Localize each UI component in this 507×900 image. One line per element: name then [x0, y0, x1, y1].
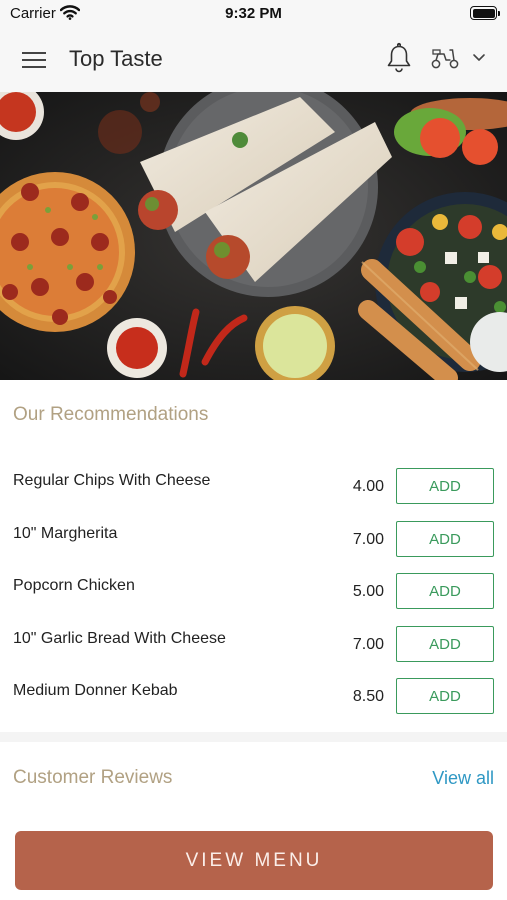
list-item: Popcorn Chicken 5.00 ADD: [0, 573, 507, 613]
status-time: 9:32 PM: [225, 5, 282, 22]
list-item: 10" Margherita 7.00 ADD: [0, 521, 507, 561]
bell-icon[interactable]: [385, 42, 413, 74]
item-price: 5.00: [352, 583, 384, 600]
scooter-icon[interactable]: [430, 46, 460, 70]
menu-icon[interactable]: [22, 49, 48, 69]
item-name: Medium Donner Kebab: [13, 682, 178, 699]
item-name: 10" Garlic Bread With Cheese: [13, 630, 226, 647]
item-name: Regular Chips With Cheese: [13, 472, 211, 489]
page-title: Top Taste: [69, 46, 163, 71]
status-bar: Carrier 9:32 PM: [0, 0, 507, 28]
recommendations-title: Our Recommendations: [13, 404, 209, 425]
list-item: Medium Donner Kebab 8.50 ADD: [0, 678, 507, 718]
app-header: Top Taste: [0, 28, 507, 92]
section-divider: [0, 732, 507, 742]
item-price: 8.50: [352, 688, 384, 705]
add-button[interactable]: ADD: [396, 626, 494, 662]
hero-food-image: [0, 92, 507, 380]
item-name: 10" Margherita: [13, 525, 118, 542]
add-button[interactable]: ADD: [396, 678, 494, 714]
add-button[interactable]: ADD: [396, 468, 494, 504]
list-item: 10" Garlic Bread With Cheese 7.00 ADD: [0, 626, 507, 666]
list-item: Regular Chips With Cheese 4.00 ADD: [0, 468, 507, 508]
view-menu-button[interactable]: VIEW MENU: [15, 831, 493, 890]
battery-icon: [470, 6, 500, 20]
item-price: 7.00: [352, 531, 384, 548]
item-price: 7.00: [352, 636, 384, 653]
item-price: 4.00: [352, 478, 384, 495]
item-name: Popcorn Chicken: [13, 577, 135, 594]
add-button[interactable]: ADD: [396, 521, 494, 557]
add-button[interactable]: ADD: [396, 573, 494, 609]
view-all-link[interactable]: View all: [432, 768, 494, 789]
reviews-title: Customer Reviews: [13, 767, 173, 788]
chevron-down-icon[interactable]: [472, 53, 486, 62]
